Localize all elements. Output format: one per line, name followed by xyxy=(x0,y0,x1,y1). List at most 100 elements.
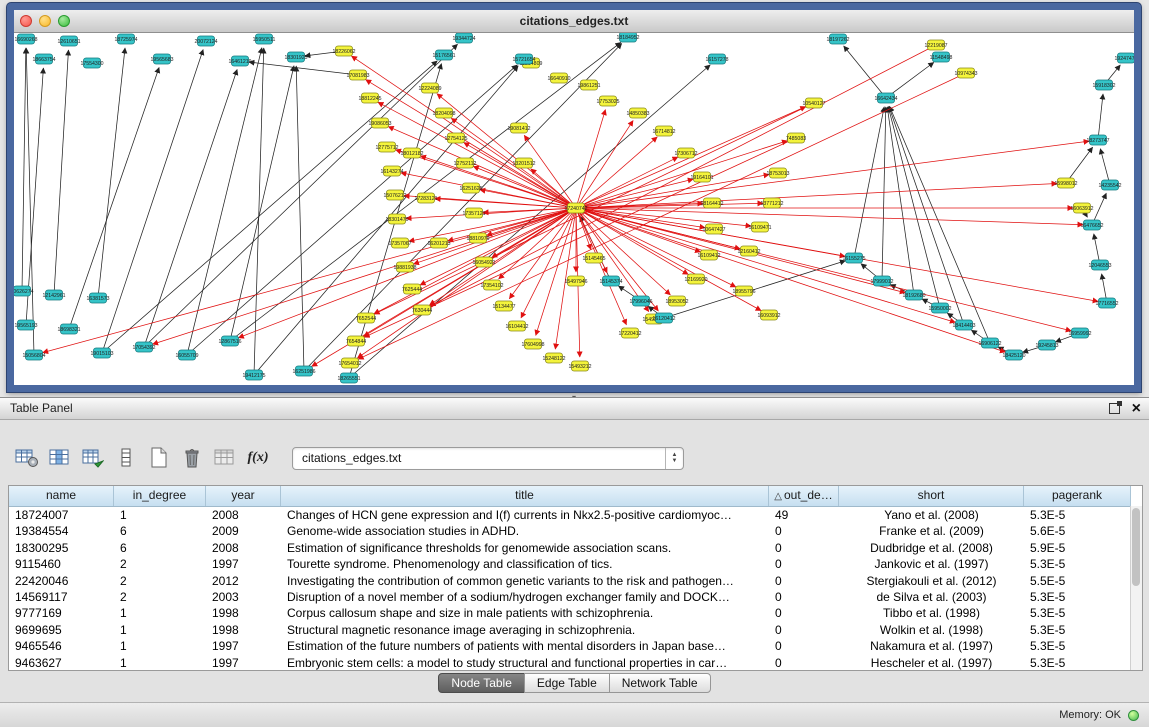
network-node[interactable]: 16461219 xyxy=(228,56,251,66)
network-node[interactable]: 12046553 xyxy=(1088,260,1111,270)
network-node[interactable]: 16381573 xyxy=(86,293,109,303)
network-node[interactable]: 12754125 xyxy=(444,133,467,143)
network-node[interactable]: 12142961 xyxy=(42,290,65,300)
network-node[interactable]: 15145465 xyxy=(582,253,605,263)
table-cell[interactable]: Investigating the contribution of common… xyxy=(281,573,769,589)
table-cell[interactable]: Tourette syndrome. Phenomenology and cla… xyxy=(281,556,769,572)
network-node[interactable]: 12867516 xyxy=(218,336,241,346)
network-node[interactable]: 13771212 xyxy=(760,198,783,208)
network-node[interactable]: 18012182 xyxy=(400,148,423,158)
table-cell[interactable]: 2012 xyxy=(206,573,281,589)
table-cell[interactable]: Tibbo et al. (1998) xyxy=(839,605,1024,621)
network-node[interactable]: 15248122 xyxy=(542,353,565,363)
network-window-titlebar[interactable]: citations_edges.txt xyxy=(14,10,1134,33)
network-node[interactable]: 15056804 xyxy=(22,350,45,360)
network-node[interactable]: 16714812 xyxy=(652,126,675,136)
network-node[interactable]: 18265551 xyxy=(337,373,360,383)
table-cell[interactable]: Hescheler et al. (1997) xyxy=(839,655,1024,671)
table-cell[interactable]: Changes of HCN gene expression and I(f) … xyxy=(281,507,769,523)
network-node[interactable]: 7485083 xyxy=(786,133,806,143)
network-node[interactable]: 16120412 xyxy=(652,313,675,323)
network-node[interactable]: 18953052 xyxy=(665,296,688,306)
table-cell[interactable]: 2008 xyxy=(206,507,281,523)
column-header-year[interactable]: year xyxy=(206,486,281,506)
network-node[interactable]: 15134477 xyxy=(492,301,515,311)
network-node[interactable]: 18184952 xyxy=(616,33,639,42)
network-node[interactable]: 16690268 xyxy=(14,34,37,44)
table-cell[interactable]: Estimation of significance thresholds fo… xyxy=(281,540,769,556)
column-header-out_de[interactable]: △out_de… xyxy=(769,486,839,506)
network-node[interactable]: 15918302 xyxy=(1092,80,1115,90)
network-node[interactable]: 18725974 xyxy=(114,34,137,44)
network-node[interactable]: 17220412 xyxy=(618,328,641,338)
network-node[interactable]: 10540127 xyxy=(802,98,825,108)
table-cell[interactable]: Jankovic et al. (1997) xyxy=(839,556,1024,572)
column-header-pagerank[interactable]: pagerank xyxy=(1024,486,1131,506)
table-cell[interactable]: 0 xyxy=(769,589,839,605)
table-cell[interactable]: Stergiakouli et al. (2012) xyxy=(839,573,1024,589)
table-cell[interactable]: 1997 xyxy=(206,638,281,654)
table-cell[interactable]: 18724007 xyxy=(9,507,114,523)
table-cell[interactable]: de Silva et al. (2003) xyxy=(839,589,1024,605)
network-node[interactable]: 12610651 xyxy=(57,36,80,46)
table-cell[interactable]: 0 xyxy=(769,573,839,589)
table-cell[interactable]: 9465546 xyxy=(9,638,114,654)
table-disabled-icon[interactable] xyxy=(212,445,238,471)
table-cell[interactable]: Franke et al. (2009) xyxy=(839,523,1024,539)
table-row[interactable]: 1938455462009Genome-wide association stu… xyxy=(9,523,1131,539)
table-cell[interactable]: 9463627 xyxy=(9,655,114,671)
memory-status-icon[interactable] xyxy=(1128,710,1139,721)
table-cell[interactable]: 2008 xyxy=(206,540,281,556)
network-node[interactable]: 17554300 xyxy=(80,58,103,68)
network-node[interactable]: 19245813 xyxy=(1035,340,1058,350)
table-cell[interactable]: 5.3E-5 xyxy=(1024,605,1131,621)
table-cell[interactable]: 9115460 xyxy=(9,556,114,572)
network-node[interactable]: 19086053 xyxy=(368,118,391,128)
close-window-button[interactable] xyxy=(20,15,32,27)
network-node[interactable]: 17357067 xyxy=(388,238,411,248)
network-node[interactable]: 18414403 xyxy=(952,320,975,330)
network-node[interactable]: 16642434 xyxy=(874,93,897,103)
network-node[interactable]: 17357121 xyxy=(462,208,485,218)
table-cell[interactable]: 5.3E-5 xyxy=(1024,556,1131,572)
network-node[interactable]: 15998012 xyxy=(1054,178,1077,188)
table-cell[interactable]: 1997 xyxy=(206,655,281,671)
network-node[interactable]: 14235542 xyxy=(1098,180,1121,190)
network-node[interactable]: 12224089 xyxy=(418,83,441,93)
table-cell[interactable]: Yano et al. (2008) xyxy=(839,507,1024,523)
tab-network-table[interactable]: Network Table xyxy=(609,673,711,693)
zoom-window-button[interactable] xyxy=(58,15,70,27)
table-cell[interactable]: 2 xyxy=(114,556,206,572)
table-cell[interactable]: 22420046 xyxy=(9,573,114,589)
network-node[interactable]: 15497946 xyxy=(564,276,587,286)
table-row[interactable]: 1456911722003Disruption of a novel membe… xyxy=(9,589,1131,605)
table-cell[interactable]: Dudbridge et al. (2008) xyxy=(839,540,1024,556)
table-cell[interactable]: 0 xyxy=(769,605,839,621)
table-cell[interactable]: 5.3E-5 xyxy=(1024,589,1131,605)
network-node[interactable]: 18955796 xyxy=(732,286,755,296)
network-node[interactable]: 16054921 xyxy=(472,257,495,267)
table-cell[interactable]: Embryonic stem cells: a model to study s… xyxy=(281,655,769,671)
table-cell[interactable]: 9777169 xyxy=(9,605,114,621)
table-columns-icon[interactable] xyxy=(47,445,73,471)
network-node[interactable]: 19247474 xyxy=(1114,53,1134,63)
table-cell[interactable]: 1 xyxy=(114,605,206,621)
table-row[interactable]: 1830029562008Estimation of significance … xyxy=(9,540,1131,556)
network-node[interactable]: 17306712 xyxy=(674,148,697,158)
tab-edge-table[interactable]: Edge Table xyxy=(524,673,610,693)
network-node[interactable]: 15145374 xyxy=(599,276,622,286)
table-cell[interactable]: 18300295 xyxy=(9,540,114,556)
network-node[interactable]: 11548498 xyxy=(930,52,953,62)
table-cell[interactable]: 0 xyxy=(769,638,839,654)
column-header-title[interactable]: title xyxy=(281,486,769,506)
close-panel-icon[interactable]: × xyxy=(1132,400,1141,418)
table-cell[interactable]: 19384554 xyxy=(9,523,114,539)
table-cell[interactable]: 5.6E-5 xyxy=(1024,523,1131,539)
network-node[interactable]: 17283121 xyxy=(414,193,437,203)
network-node[interactable]: 16109412 xyxy=(697,250,720,260)
network-node[interactable]: 12219087 xyxy=(924,40,947,50)
network-node[interactable]: 18192680 xyxy=(902,290,925,300)
network-node[interactable]: 19565193 xyxy=(14,320,37,330)
table-cell[interactable]: 0 xyxy=(769,540,839,556)
table-row[interactable]: 946554611997Estimation of the future num… xyxy=(9,638,1131,654)
